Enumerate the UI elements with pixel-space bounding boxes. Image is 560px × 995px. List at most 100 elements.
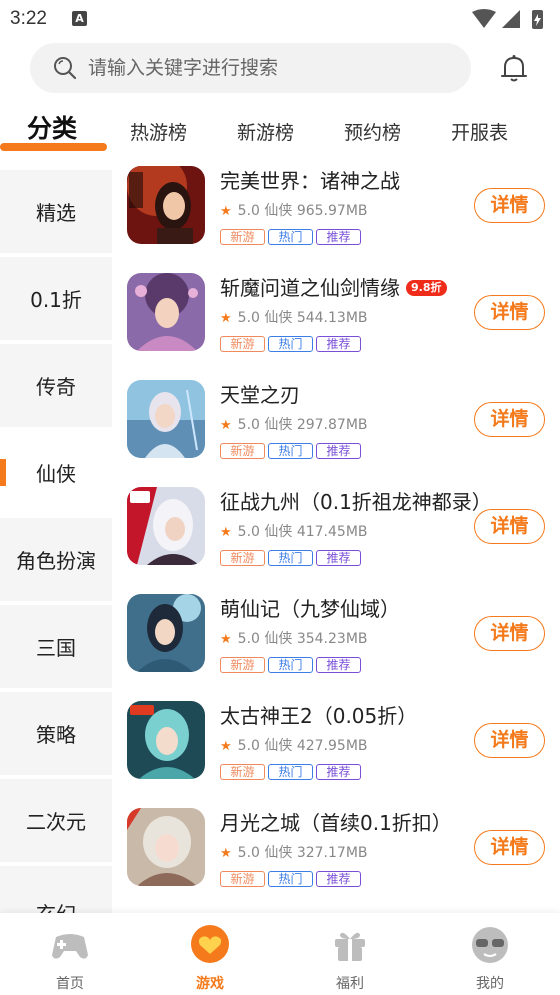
bottom-navigation: 首页 游戏 福利 我的: [0, 913, 560, 995]
star-icon: ★: [220, 525, 232, 540]
category-label: 二次元: [26, 810, 86, 834]
game-tags: 新游 热门 推荐: [220, 868, 364, 887]
game-title: 萌仙记（九梦仙域）: [220, 597, 400, 621]
tag-new: 新游: [220, 443, 265, 459]
game-list-item[interactable]: 斩魔问道之仙剑情缘 9.8折 ★ 5.0 仙侠 544.13MB 新游 热门 推荐 详情: [112, 265, 560, 372]
discount-badge: 9.8折: [406, 280, 447, 296]
game-title: 太古神王2（0.05折）: [220, 704, 418, 728]
nav-games[interactable]: 游戏: [170, 921, 250, 992]
game-list-item[interactable]: 太古神王2（0.05折） ★ 5.0 仙侠 427.95MB 新游 热门 推荐 详情: [112, 693, 560, 800]
nav-welfare[interactable]: 福利: [310, 921, 390, 992]
game-art-image: [127, 594, 205, 672]
detail-button[interactable]: 详情: [474, 295, 545, 330]
tag-recommend: 推荐: [316, 764, 361, 780]
detail-button[interactable]: 详情: [474, 402, 545, 437]
category-legend[interactable]: 传奇: [0, 344, 112, 427]
category-anime[interactable]: 二次元: [0, 779, 112, 862]
game-list-item[interactable]: 天堂之刃 ★ 5.0 仙侠 297.87MB 新游 热门 推荐 详情: [112, 372, 560, 479]
nav-profile[interactable]: 我的: [450, 921, 530, 992]
game-meta: ★ 5.0 仙侠 297.87MB: [220, 417, 368, 433]
game-list: 完美世界：诸神之战 ★ 5.0 仙侠 965.97MB 新游 热门 推荐 详情 斩魔问…: [112, 158, 560, 913]
tag-recommend: 推荐: [316, 550, 361, 566]
game-meta: ★ 5.0 仙侠 327.17MB: [220, 845, 368, 861]
game-list-item[interactable]: 征战九州（0.1折祖龙神都录） ★ 5.0 仙侠 417.45MB 新游 热门 推荐 …: [112, 479, 560, 586]
tag-new: 新游: [220, 657, 265, 673]
search-icon: [54, 57, 77, 80]
game-list-item[interactable]: 月光之城（首续0.1折扣） ★ 5.0 仙侠 327.17MB 新游 热门 推荐 详情: [112, 800, 560, 907]
tag-new: 新游: [220, 336, 265, 352]
tag-recommend: 推荐: [316, 871, 361, 887]
tab-reservation[interactable]: 预约榜: [344, 120, 401, 146]
search-bar[interactable]: 请输入关键字进行搜索: [30, 43, 471, 93]
tab-server-schedule[interactable]: 开服表: [451, 120, 508, 146]
star-icon: ★: [220, 418, 232, 433]
game-tags: 新游 热门 推荐: [220, 547, 364, 566]
category-featured[interactable]: 精选: [0, 170, 112, 253]
tag-recommend: 推荐: [316, 229, 361, 245]
category-xianxia[interactable]: 仙侠: [0, 431, 112, 514]
star-icon: ★: [220, 846, 232, 861]
tag-hot: 热门: [268, 550, 313, 566]
category-sidebar: 精选 0.1折 传奇 仙侠 角色扮演 三国 策略 二次元 玄幻: [0, 168, 112, 913]
game-thumbnail: [127, 380, 205, 458]
tag-new: 新游: [220, 764, 265, 780]
profile-face-icon: [472, 927, 508, 963]
game-art-image: [127, 701, 205, 779]
nav-label: 首页: [56, 976, 84, 992]
game-tags: 新游 热门 推荐: [220, 654, 364, 673]
nav-label: 福利: [336, 976, 364, 992]
game-title: 征战九州（0.1折祖龙神都录）: [220, 490, 492, 514]
tab-category[interactable]: 分类: [27, 116, 77, 142]
game-thumbnail: [127, 808, 205, 886]
game-art-image: [127, 166, 205, 244]
game-list-item[interactable]: 萌仙记（九梦仙域） ★ 5.0 仙侠 354.23MB 新游 热门 推荐 详情: [112, 586, 560, 693]
game-thumbnail: [127, 701, 205, 779]
category-label: 角色扮演: [16, 549, 96, 573]
nav-label: 我的: [476, 976, 504, 992]
heart-chat-icon: [191, 925, 229, 963]
tag-hot: 热门: [268, 336, 313, 352]
gamepad-icon: [52, 934, 88, 959]
tab-new-games[interactable]: 新游榜: [237, 120, 294, 146]
detail-button[interactable]: 详情: [474, 509, 545, 544]
game-art-image: [127, 487, 205, 565]
nav-home[interactable]: 首页: [30, 921, 110, 992]
tag-hot: 热门: [268, 764, 313, 780]
tag-hot: 热门: [268, 443, 313, 459]
star-icon: ★: [220, 311, 232, 326]
detail-button[interactable]: 详情: [474, 188, 545, 223]
game-tags: 新游 热门 推荐: [220, 333, 364, 352]
category-0-1-discount[interactable]: 0.1折: [0, 257, 112, 340]
category-label: 三国: [36, 636, 76, 660]
star-icon: ★: [220, 739, 232, 754]
category-strategy[interactable]: 策略: [0, 692, 112, 775]
category-fantasy[interactable]: 玄幻: [0, 866, 112, 913]
tag-recommend: 推荐: [316, 336, 361, 352]
game-meta: ★ 5.0 仙侠 965.97MB: [220, 203, 368, 219]
game-tags: 新游 热门 推荐: [220, 226, 364, 245]
category-label: 0.1折: [30, 288, 82, 312]
tag-recommend: 推荐: [316, 657, 361, 673]
tag-new: 新游: [220, 871, 265, 887]
game-tags: 新游 热门 推荐: [220, 761, 364, 780]
nav-label: 游戏: [196, 976, 224, 992]
tag-new: 新游: [220, 550, 265, 566]
bell-icon[interactable]: [497, 52, 531, 86]
game-list-item[interactable]: 完美世界：诸神之战 ★ 5.0 仙侠 965.97MB 新游 热门 推荐 详情: [112, 158, 560, 265]
category-label: 玄幻: [36, 898, 76, 913]
game-art-image: [127, 273, 205, 351]
star-icon: ★: [220, 204, 232, 219]
category-label: 仙侠: [36, 462, 76, 486]
detail-button[interactable]: 详情: [474, 723, 545, 758]
category-label: 策略: [36, 723, 76, 747]
detail-button[interactable]: 详情: [474, 616, 545, 651]
category-three-kingdoms[interactable]: 三国: [0, 605, 112, 688]
detail-button[interactable]: 详情: [474, 830, 545, 865]
tag-hot: 热门: [268, 229, 313, 245]
game-title: 斩魔问道之仙剑情缘 9.8折: [220, 275, 447, 301]
tag-new: 新游: [220, 229, 265, 245]
category-rpg[interactable]: 角色扮演: [0, 518, 112, 601]
game-tags: 新游 热门 推荐: [220, 440, 364, 459]
tab-hot-games[interactable]: 热游榜: [130, 120, 187, 146]
game-title: 月光之城（首续0.1折扣）: [220, 811, 452, 835]
